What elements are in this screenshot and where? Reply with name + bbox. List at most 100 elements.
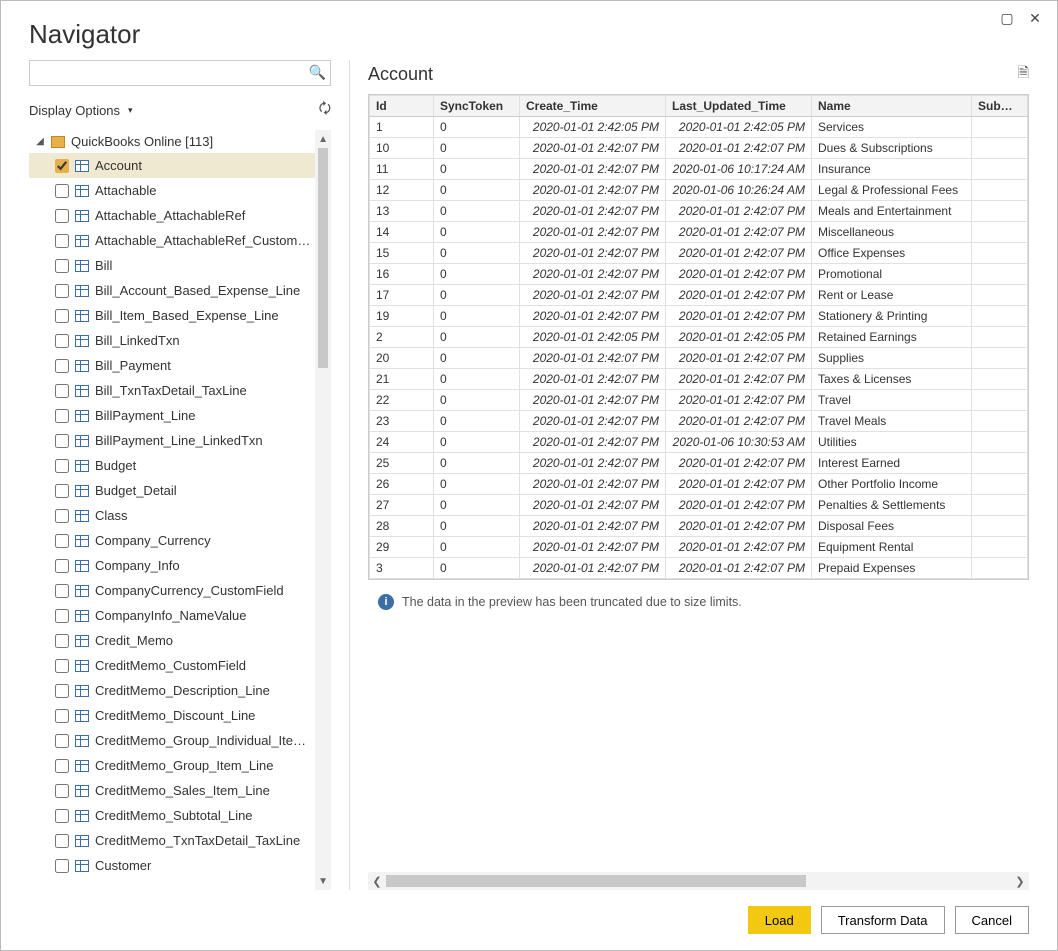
search-icon[interactable]: 🔍: [309, 64, 326, 81]
tree-item[interactable]: Attachable: [29, 178, 331, 203]
search-input[interactable]: [29, 60, 331, 86]
tree-item-checkbox[interactable]: [55, 659, 69, 673]
table-row[interactable]: 2502020-01-01 2:42:07 PM2020-01-01 2:42:…: [370, 453, 1028, 474]
scroll-up-icon[interactable]: ▲: [318, 132, 328, 146]
tree-item[interactable]: CreditMemo_CustomField: [29, 653, 331, 678]
table-row[interactable]: 2102020-01-01 2:42:07 PM2020-01-01 2:42:…: [370, 369, 1028, 390]
table-row[interactable]: 102020-01-01 2:42:05 PM2020-01-01 2:42:0…: [370, 117, 1028, 138]
tree-item-checkbox[interactable]: [55, 209, 69, 223]
column-header[interactable]: SyncToken: [434, 96, 520, 117]
tree-item-checkbox[interactable]: [55, 159, 69, 173]
tree-item[interactable]: Attachable_AttachableRef_CustomField: [29, 228, 331, 253]
tree-item[interactable]: CreditMemo_Group_Item_Line: [29, 753, 331, 778]
refresh-icon[interactable]: 🗘: [319, 98, 332, 122]
tree-root[interactable]: ◢ QuickBooks Online [113]: [29, 130, 331, 153]
table-row[interactable]: 1102020-01-01 2:42:07 PM2020-01-06 10:17…: [370, 159, 1028, 180]
tree-item[interactable]: Budget: [29, 453, 331, 478]
column-header[interactable]: Last_Updated_Time: [666, 96, 812, 117]
tree-item[interactable]: Customer: [29, 853, 331, 878]
tree-item[interactable]: Class: [29, 503, 331, 528]
tree-item-checkbox[interactable]: [55, 384, 69, 398]
table-row[interactable]: 1502020-01-01 2:42:07 PM2020-01-01 2:42:…: [370, 243, 1028, 264]
tree-item-checkbox[interactable]: [55, 434, 69, 448]
tree-item[interactable]: CreditMemo_Description_Line: [29, 678, 331, 703]
scroll-down-icon[interactable]: ▼: [318, 874, 328, 888]
scroll-thumb[interactable]: [318, 148, 328, 368]
tree-item[interactable]: Company_Currency: [29, 528, 331, 553]
table-row[interactable]: 1902020-01-01 2:42:07 PM2020-01-01 2:42:…: [370, 306, 1028, 327]
tree-item-checkbox[interactable]: [55, 334, 69, 348]
tree-item[interactable]: Bill: [29, 253, 331, 278]
tree-item[interactable]: Bill_Account_Based_Expense_Line: [29, 278, 331, 303]
table-row[interactable]: 302020-01-01 2:42:07 PM2020-01-01 2:42:0…: [370, 558, 1028, 579]
tree-item-checkbox[interactable]: [55, 859, 69, 873]
tree-item[interactable]: Bill_Payment: [29, 353, 331, 378]
column-header[interactable]: Create_Time: [520, 96, 666, 117]
tree-item[interactable]: CreditMemo_Sales_Item_Line: [29, 778, 331, 803]
table-row[interactable]: 2202020-01-01 2:42:07 PM2020-01-01 2:42:…: [370, 390, 1028, 411]
table-row[interactable]: 2402020-01-01 2:42:07 PM2020-01-06 10:30…: [370, 432, 1028, 453]
tree-item-checkbox[interactable]: [55, 309, 69, 323]
tree-item[interactable]: Budget_Detail: [29, 478, 331, 503]
expander-icon[interactable]: ◢: [35, 136, 45, 147]
display-options-dropdown[interactable]: Display Options: [29, 103, 133, 118]
cancel-button[interactable]: Cancel: [955, 906, 1029, 934]
tree-item[interactable]: CreditMemo_TxnTaxDetail_TaxLine: [29, 828, 331, 853]
close-icon[interactable]: ✕: [1021, 7, 1049, 29]
tree-item-checkbox[interactable]: [55, 509, 69, 523]
table-row[interactable]: 1602020-01-01 2:42:07 PM2020-01-01 2:42:…: [370, 264, 1028, 285]
table-row[interactable]: 1702020-01-01 2:42:07 PM2020-01-01 2:42:…: [370, 285, 1028, 306]
tree-item-checkbox[interactable]: [55, 709, 69, 723]
maximize-icon[interactable]: ▢: [993, 7, 1021, 29]
vertical-scrollbar[interactable]: ▲ ▼: [315, 130, 331, 890]
table-row[interactable]: 1002020-01-01 2:42:07 PM2020-01-01 2:42:…: [370, 138, 1028, 159]
tree-item-checkbox[interactable]: [55, 234, 69, 248]
preview-options-icon[interactable]: 🗎: [1018, 62, 1029, 86]
horizontal-scrollbar[interactable]: ❮ ❯: [368, 872, 1029, 890]
tree-item-checkbox[interactable]: [55, 759, 69, 773]
table-row[interactable]: 1202020-01-01 2:42:07 PM2020-01-06 10:26…: [370, 180, 1028, 201]
tree-item-checkbox[interactable]: [55, 809, 69, 823]
table-row[interactable]: 1302020-01-01 2:42:07 PM2020-01-01 2:42:…: [370, 201, 1028, 222]
table-row[interactable]: 2602020-01-01 2:42:07 PM2020-01-01 2:42:…: [370, 474, 1028, 495]
tree-item[interactable]: CompanyInfo_NameValue: [29, 603, 331, 628]
tree-item-checkbox[interactable]: [55, 184, 69, 198]
tree-item[interactable]: Bill_TxnTaxDetail_TaxLine: [29, 378, 331, 403]
tree-item[interactable]: Company_Info: [29, 553, 331, 578]
tree-item-checkbox[interactable]: [55, 784, 69, 798]
table-row[interactable]: 1402020-01-01 2:42:07 PM2020-01-01 2:42:…: [370, 222, 1028, 243]
table-row[interactable]: 2702020-01-01 2:42:07 PM2020-01-01 2:42:…: [370, 495, 1028, 516]
tree-item-checkbox[interactable]: [55, 559, 69, 573]
tree-item[interactable]: CompanyCurrency_CustomField: [29, 578, 331, 603]
tree-item[interactable]: CreditMemo_Subtotal_Line: [29, 803, 331, 828]
load-button[interactable]: Load: [748, 906, 811, 934]
column-header[interactable]: Name: [812, 96, 972, 117]
tree-item-checkbox[interactable]: [55, 684, 69, 698]
table-row[interactable]: 2802020-01-01 2:42:07 PM2020-01-01 2:42:…: [370, 516, 1028, 537]
tree-item-checkbox[interactable]: [55, 584, 69, 598]
tree-item[interactable]: Credit_Memo: [29, 628, 331, 653]
tree-item-checkbox[interactable]: [55, 734, 69, 748]
column-header[interactable]: Id: [370, 96, 434, 117]
tree-item-checkbox[interactable]: [55, 259, 69, 273]
tree-item[interactable]: BillPayment_Line: [29, 403, 331, 428]
tree-item[interactable]: Bill_LinkedTxn: [29, 328, 331, 353]
tree-item-checkbox[interactable]: [55, 484, 69, 498]
tree-item[interactable]: Attachable_AttachableRef: [29, 203, 331, 228]
tree-item[interactable]: BillPayment_Line_LinkedTxn: [29, 428, 331, 453]
scroll-track[interactable]: [386, 875, 1011, 887]
tree-item-checkbox[interactable]: [55, 609, 69, 623]
tree-item[interactable]: CreditMemo_Group_Individual_Item_Li...: [29, 728, 331, 753]
tree-item[interactable]: Bill_Item_Based_Expense_Line: [29, 303, 331, 328]
table-row[interactable]: 202020-01-01 2:42:05 PM2020-01-01 2:42:0…: [370, 327, 1028, 348]
scroll-thumb-h[interactable]: [386, 875, 806, 887]
tree-item-checkbox[interactable]: [55, 409, 69, 423]
scroll-right-icon[interactable]: ❯: [1011, 872, 1029, 890]
tree-item-checkbox[interactable]: [55, 834, 69, 848]
tree-item[interactable]: CreditMemo_Discount_Line: [29, 703, 331, 728]
scroll-left-icon[interactable]: ❮: [368, 872, 386, 890]
table-row[interactable]: 2002020-01-01 2:42:07 PM2020-01-01 2:42:…: [370, 348, 1028, 369]
table-row[interactable]: 2902020-01-01 2:42:07 PM2020-01-01 2:42:…: [370, 537, 1028, 558]
tree-item-checkbox[interactable]: [55, 634, 69, 648]
column-header[interactable]: SubAccount: [972, 96, 1028, 117]
